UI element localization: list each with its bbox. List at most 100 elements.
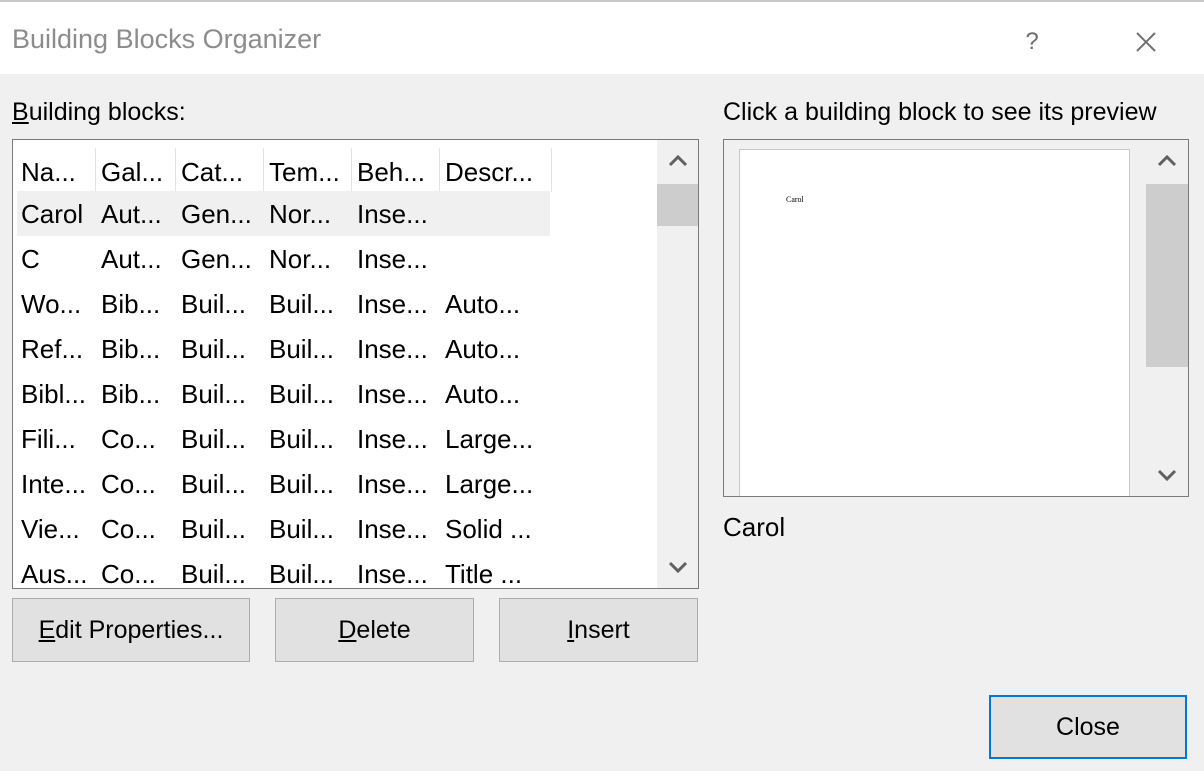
delete-mnemonic: D [338, 616, 357, 644]
cell-behavior: Inse... [357, 469, 428, 499]
column-divider[interactable] [439, 148, 440, 192]
cell-template: Buil... [269, 559, 335, 589]
cell-behavior: Inse... [357, 199, 428, 229]
table-row[interactable]: Wo... Bib... Buil... Buil... Inse... Aut… [17, 281, 550, 326]
table-row[interactable]: C Aut... Gen... Nor... Inse... [17, 236, 550, 281]
column-divider[interactable] [175, 148, 176, 192]
chevron-down-icon[interactable] [1146, 454, 1188, 496]
cell-template: Buil... [269, 469, 335, 499]
cell-description: Auto... [445, 334, 521, 364]
cell-gallery: Bib... [101, 289, 161, 319]
cell-gallery: Co... [101, 559, 156, 589]
column-divider[interactable] [263, 148, 264, 192]
table-row[interactable]: Bibl... Bib... Buil... Buil... Inse... A… [17, 371, 550, 416]
delete-button[interactable]: Delete [275, 598, 474, 662]
cell-behavior: Inse... [357, 559, 428, 589]
cell-behavior: Inse... [357, 244, 428, 274]
preview-page: Carol [739, 149, 1130, 496]
cell-category: Buil... [181, 514, 247, 544]
cell-category: Buil... [181, 424, 247, 454]
cell-name: Fili... [21, 424, 76, 454]
cell-template: Buil... [269, 514, 335, 544]
column-header-template[interactable]: Tem... [269, 157, 353, 188]
cell-description: Solid ... [445, 514, 532, 544]
cell-name: Aus... [21, 559, 88, 589]
column-header-behavior[interactable]: Beh... [357, 157, 441, 188]
cell-name: Carol [21, 199, 84, 229]
cell-category: Buil... [181, 289, 247, 319]
table-row[interactable]: Fili... Co... Buil... Buil... Inse... La… [17, 416, 550, 461]
list-scrollbar[interactable] [657, 140, 698, 588]
cell-description: Title ... [445, 559, 523, 589]
cell-category: Buil... [181, 559, 247, 589]
cell-category: Buil... [181, 334, 247, 364]
cell-behavior: Inse... [357, 289, 428, 319]
chevron-up-icon[interactable] [1146, 140, 1188, 182]
edit-properties-mnemonic: E [38, 616, 56, 644]
cell-gallery: Bib... [101, 334, 161, 364]
cell-name: C [21, 244, 40, 274]
cell-category: Buil... [181, 379, 247, 409]
cell-behavior: Inse... [357, 424, 428, 454]
column-header-description[interactable]: Descr... [445, 157, 549, 188]
edit-properties-button[interactable]: Edit Properties... [12, 598, 250, 662]
table-row[interactable]: Aus... Co... Buil... Buil... Inse... Tit… [17, 551, 550, 589]
cell-name: Wo... [21, 289, 82, 319]
cell-name: Inte... [21, 469, 87, 499]
preview-scroll-thumb[interactable] [1146, 184, 1188, 367]
column-header-gallery[interactable]: Gal... [101, 157, 177, 188]
cell-behavior: Inse... [357, 379, 428, 409]
edit-properties-label: dit Properties... [55, 616, 224, 644]
cell-name: Ref... [21, 334, 84, 364]
cell-behavior: Inse... [357, 334, 428, 364]
building-blocks-label-text: uilding blocks: [28, 98, 186, 126]
close-icon[interactable] [1124, 20, 1168, 64]
help-button[interactable]: ? [1012, 22, 1052, 62]
list-scroll-thumb[interactable] [657, 184, 698, 226]
preview-pane[interactable]: Carol [723, 139, 1189, 497]
column-header-category[interactable]: Cat... [181, 157, 265, 188]
cell-gallery: Co... [101, 514, 156, 544]
chevron-up-icon[interactable] [657, 140, 698, 182]
cell-category: Buil... [181, 469, 247, 499]
insert-button[interactable]: Insert [499, 598, 698, 662]
column-divider[interactable] [95, 148, 96, 192]
cell-name: Bibl... [21, 379, 87, 409]
cell-gallery: Bib... [101, 379, 161, 409]
cell-template: Buil... [269, 289, 335, 319]
building-blocks-label-mnemonic: B [12, 98, 29, 126]
list-header: Na... Gal... Cat... Tem... Beh... Descr.… [17, 144, 552, 192]
close-button[interactable]: Close [989, 695, 1187, 759]
cell-template: Buil... [269, 424, 335, 454]
preview-scrollbar[interactable] [1146, 140, 1188, 496]
cell-gallery: Co... [101, 424, 156, 454]
cell-description: Auto... [445, 289, 521, 319]
cell-template: Buil... [269, 379, 335, 409]
table-row[interactable]: Ref... Bib... Buil... Buil... Inse... Au… [17, 326, 550, 371]
preview-block-name: Carol [723, 512, 786, 542]
table-row[interactable]: Carol Aut... Gen... Nor... Inse... [17, 191, 550, 236]
column-divider[interactable] [551, 148, 552, 192]
cell-category: Gen... [181, 244, 252, 274]
column-header-name[interactable]: Na... [21, 157, 93, 188]
cell-name: Vie... [21, 514, 80, 544]
building-blocks-list[interactable]: Na... Gal... Cat... Tem... Beh... Descr.… [12, 139, 699, 589]
building-blocks-label: Building blocks: [12, 98, 186, 127]
chevron-down-icon[interactable] [657, 546, 698, 588]
cell-description: Large... [445, 424, 534, 454]
title-bar: Building Blocks Organizer ? [0, 0, 1204, 74]
preview-page-text: Carol [786, 195, 804, 204]
delete-label: elete [356, 616, 411, 644]
cell-gallery: Co... [101, 469, 156, 499]
window-title: Building Blocks Organizer [12, 24, 322, 54]
table-row[interactable]: Inte... Co... Buil... Buil... Inse... La… [17, 461, 550, 506]
column-divider[interactable] [351, 148, 352, 192]
cell-template: Nor... [269, 244, 332, 274]
cell-template: Nor... [269, 199, 332, 229]
cell-description: Large... [445, 469, 534, 499]
table-row[interactable]: Vie... Co... Buil... Buil... Inse... Sol… [17, 506, 550, 551]
cell-gallery: Aut... [101, 199, 162, 229]
cell-template: Buil... [269, 334, 335, 364]
cell-category: Gen... [181, 199, 252, 229]
preview-label: Click a building block to see its previe… [723, 98, 1157, 126]
